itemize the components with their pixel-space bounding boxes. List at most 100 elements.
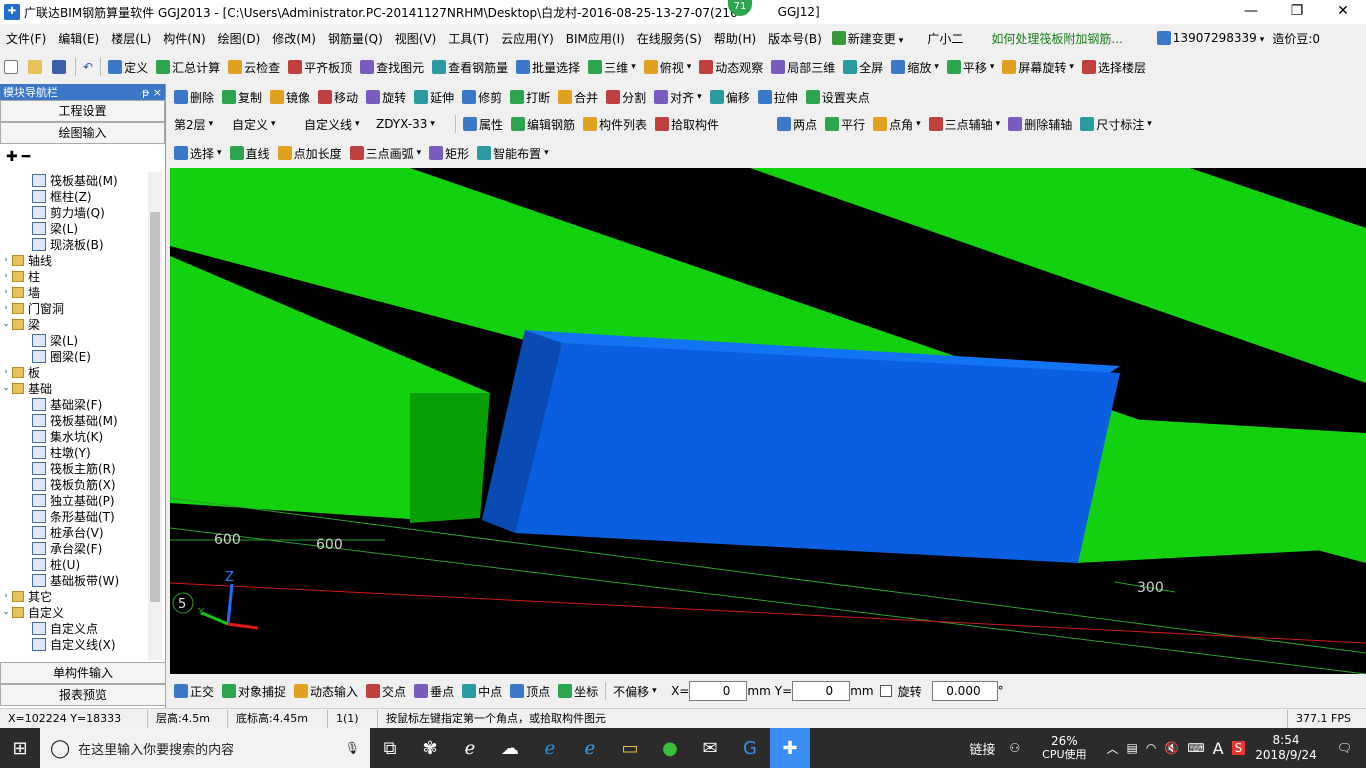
task-view-icon[interactable]: ⧉ [370, 728, 410, 768]
tree-item[interactable]: 桩承台(V) [0, 524, 148, 540]
tree-item[interactable]: 筏板负筋(X) [0, 476, 148, 492]
pin-icon[interactable]: ᵽ [142, 86, 149, 99]
tree-item[interactable]: 现浇板(B) [0, 236, 148, 252]
tb3-button-0[interactable]: 属性 [459, 113, 507, 135]
tree-toggle-icon[interactable]: › [0, 591, 12, 601]
tb1-button-4[interactable]: 查找图元 [356, 56, 428, 78]
tb1-button-8[interactable]: 俯视 [640, 56, 696, 78]
link-label[interactable]: 链接 [969, 739, 995, 758]
tree-item[interactable]: ⌄ 自定义 [0, 604, 148, 620]
menu-item-7[interactable]: 视图(V) [389, 30, 443, 47]
collapse-all-icon[interactable]: ━ [22, 149, 30, 165]
menu-item-1[interactable]: 编辑(E) [52, 30, 105, 47]
tree-toggle-icon[interactable]: › [0, 271, 12, 281]
offset-mode-select[interactable]: 不偏移 [609, 680, 671, 702]
tb1-button-5[interactable]: 查看钢筋量 [428, 56, 512, 78]
tb1-button-11[interactable]: 全屏 [839, 56, 887, 78]
tree-item[interactable]: ⌄ 梁 [0, 316, 148, 332]
tb2-button-7[interactable]: 打断 [506, 86, 554, 108]
tree-item[interactable]: › 板 [0, 364, 148, 380]
tb4-button-0[interactable]: 选择 [170, 142, 226, 164]
axis-button-5[interactable]: 尺寸标注 [1076, 113, 1156, 135]
tree-item[interactable]: 自定义线(X) [0, 636, 148, 652]
question-link[interactable]: 如何处理筏板附加钢筋... [987, 27, 1126, 49]
tree-toggle-icon[interactable]: ⌄ [0, 383, 12, 393]
tree-item[interactable]: › 其它 [0, 588, 148, 604]
drawing-input-button[interactable]: 绘图输入 [0, 122, 165, 144]
tb4-button-1[interactable]: 直线 [226, 142, 274, 164]
sogou-icon[interactable]: S [1231, 741, 1246, 755]
green-beam-right-lower[interactable] [1075, 418, 1366, 563]
tree-toggle-icon[interactable]: › [0, 367, 12, 377]
tb2-button-9[interactable]: 分割 [602, 86, 650, 108]
tree-item[interactable]: 梁(L) [0, 332, 148, 348]
tree-item[interactable]: 剪力墙(Q) [0, 204, 148, 220]
menu-item-4[interactable]: 绘图(D) [212, 30, 267, 47]
green-app-icon[interactable]: ● [650, 728, 690, 768]
tb1-button-13[interactable]: 平移 [943, 56, 999, 78]
tree-scrollbar[interactable] [148, 172, 162, 660]
tree-item[interactable]: 承台梁(F) [0, 540, 148, 556]
tree-item[interactable]: 自定义点 [0, 620, 148, 636]
tb2-button-1[interactable]: 复制 [218, 86, 266, 108]
start-button[interactable]: ⊞ [0, 728, 40, 768]
cpu-meter[interactable]: 26% CPU使用 [1042, 734, 1086, 762]
snap-button-3[interactable]: 交点 [362, 680, 410, 702]
tb1-button-7[interactable]: 三维 [584, 56, 640, 78]
tree-toggle-icon[interactable]: › [0, 303, 12, 313]
assistant-button[interactable]: 广小二 [923, 27, 967, 49]
tree-item[interactable]: › 墙 [0, 284, 148, 300]
snap-button-4[interactable]: 垂点 [410, 680, 458, 702]
minimize-button[interactable]: — [1228, 0, 1274, 24]
tree-toggle-icon[interactable]: › [0, 255, 12, 265]
tb1-button-1[interactable]: 汇总计算 [152, 56, 224, 78]
edge-icon[interactable]: ℯ [530, 728, 570, 768]
tb2-button-13[interactable]: 设置夹点 [802, 86, 874, 108]
tree-item[interactable]: 筏板基础(M) [0, 412, 148, 428]
pinwheel-app-icon[interactable]: ✾ [410, 728, 450, 768]
explorer-icon[interactable]: ▭ [610, 728, 650, 768]
x-input[interactable]: 0 [689, 681, 748, 701]
tb1-button-2[interactable]: 云检查 [224, 56, 284, 78]
tb1-button-0[interactable]: 定义 [104, 56, 152, 78]
tree-item[interactable]: 柱墩(Y) [0, 444, 148, 460]
scroll-thumb[interactable] [150, 212, 160, 602]
snap-button-2[interactable]: 动态输入 [290, 680, 362, 702]
menu-item-12[interactable]: 帮助(H) [708, 30, 762, 47]
undo-button[interactable]: ↶ [79, 56, 97, 78]
tb3-button-1[interactable]: 编辑钢筋 [507, 113, 579, 135]
ggj-app-icon[interactable]: ✚ [770, 728, 810, 768]
menu-item-11[interactable]: 在线服务(S) [631, 30, 708, 47]
axis-button-2[interactable]: 点角 [869, 113, 925, 135]
tb2-button-8[interactable]: 合并 [554, 86, 602, 108]
new-change-button[interactable]: 新建变更 [828, 27, 908, 49]
tree-item[interactable]: ⌄ 基础 [0, 380, 148, 396]
tb1-button-14[interactable]: 屏幕旋转 [998, 56, 1078, 78]
tb4-button-2[interactable]: 点加长度 [274, 142, 346, 164]
tb1-button-3[interactable]: 平齐板顶 [284, 56, 356, 78]
open-file-button[interactable] [24, 56, 48, 78]
new-file-button[interactable] [0, 56, 24, 78]
mail-icon[interactable]: ✉ [690, 728, 730, 768]
beans-counter[interactable]: 造价豆:0 [1268, 27, 1324, 49]
snap-button-6[interactable]: 顶点 [506, 680, 554, 702]
tb2-button-5[interactable]: 延伸 [410, 86, 458, 108]
rotate-checkbox[interactable] [879, 685, 892, 697]
wifi-icon[interactable]: ◠ [1146, 741, 1156, 755]
snap-button-1[interactable]: 对象捕捉 [218, 680, 290, 702]
3d-viewport[interactable]: 600 600 300 Z Y 5 [170, 168, 1366, 674]
ie-blue-icon[interactable]: ℯ [570, 728, 610, 768]
tree-item[interactable]: 基础梁(F) [0, 396, 148, 412]
tb2-button-6[interactable]: 修剪 [458, 86, 506, 108]
menu-item-13[interactable]: 版本号(B) [762, 30, 828, 47]
menu-item-0[interactable]: 文件(F) [0, 30, 52, 47]
snap-button-0[interactable]: 正交 [170, 680, 218, 702]
tree-item[interactable]: 筏板基础(M) [0, 172, 148, 188]
tree-item[interactable]: 框柱(Z) [0, 188, 148, 204]
snap-button-5[interactable]: 中点 [458, 680, 506, 702]
y-input[interactable]: 0 [792, 681, 851, 701]
tb1-button-15[interactable]: 选择楼层 [1078, 56, 1150, 78]
tree-item[interactable]: 集水坑(K) [0, 428, 148, 444]
tree-item[interactable]: 基础板带(W) [0, 572, 148, 588]
type-select[interactable]: 自定义 [228, 113, 300, 135]
